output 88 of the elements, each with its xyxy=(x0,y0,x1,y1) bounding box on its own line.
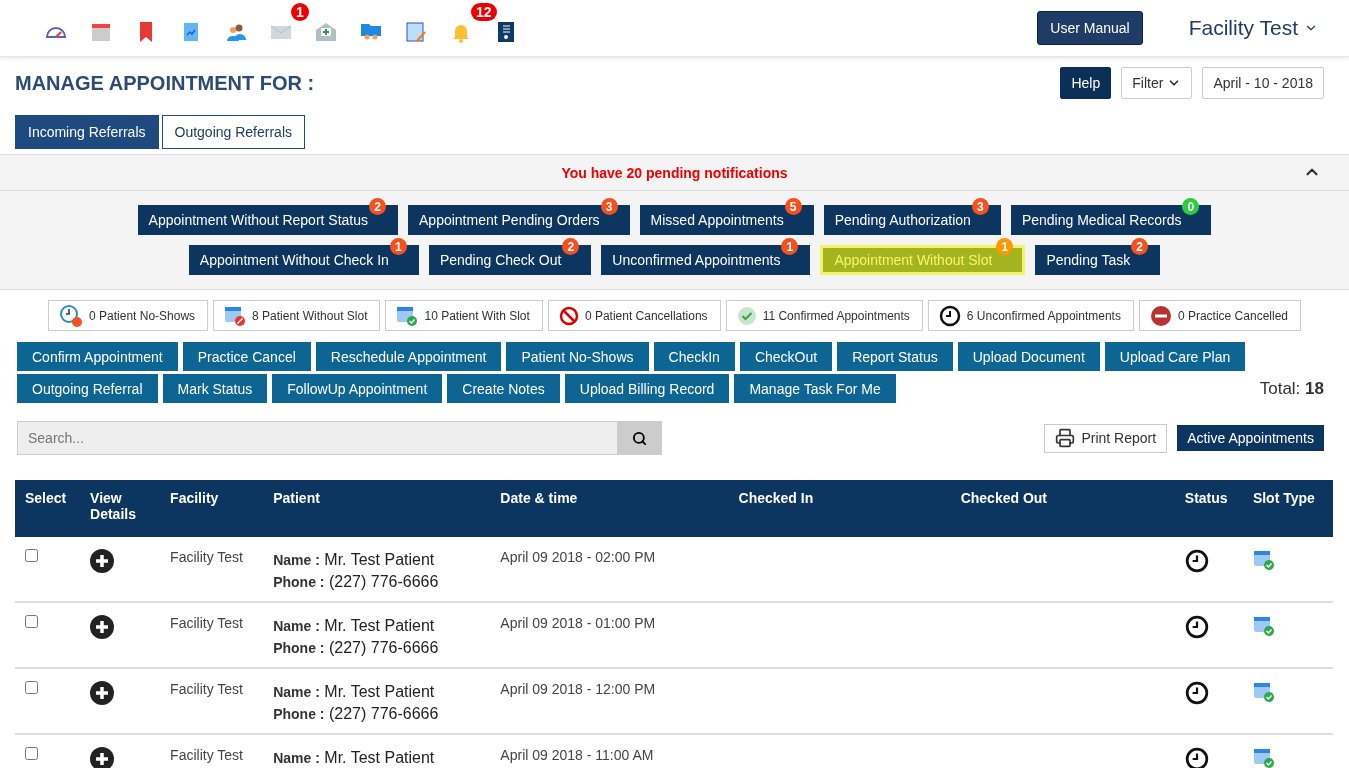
column-header: Date & time xyxy=(490,480,729,537)
facility-dropdown[interactable]: Facility Test xyxy=(1182,15,1324,41)
calendar-check-icon xyxy=(396,304,419,327)
count-badge: 2 xyxy=(369,198,387,215)
count-badge: 2 xyxy=(562,238,580,255)
count-badge: 1 xyxy=(996,238,1014,255)
stat-label: 0 Patient No-Shows xyxy=(89,308,196,323)
count-badge: 1 xyxy=(291,3,309,21)
action-button[interactable]: Upload Care Plan xyxy=(1104,342,1246,371)
help-button[interactable]: Help xyxy=(1060,67,1112,99)
action-button[interactable]: CheckIn xyxy=(653,342,735,371)
action-button[interactable]: Confirm Appointment xyxy=(17,342,178,371)
action-button[interactable]: Outgoing Referral xyxy=(17,374,158,403)
referral-tab[interactable]: Incoming Referrals xyxy=(15,115,159,149)
row-checkbox[interactable] xyxy=(25,681,38,694)
stat-label: 10 Patient With Slot xyxy=(424,308,530,323)
action-button[interactable]: Manage Task For Me xyxy=(734,374,896,403)
clock-icon xyxy=(1184,615,1209,639)
action-button[interactable]: Upload Billing Record xyxy=(564,374,730,403)
column-header: View Details xyxy=(80,480,161,537)
table-cell: April 09 2018 - 12:00 PM xyxy=(490,668,729,734)
clock-icon xyxy=(938,304,961,327)
action-button[interactable]: Mark Status xyxy=(162,374,268,403)
action-button[interactable]: Upload Document xyxy=(957,342,1100,371)
check-circle-icon xyxy=(736,305,757,326)
envelope-plus-icon xyxy=(314,20,338,44)
table-cell: April 09 2018 - 11:00 AM xyxy=(490,734,729,768)
table-cell: Facility Test xyxy=(160,668,264,734)
column-header: Patient xyxy=(263,480,491,537)
page-title: MANAGE APPOINTMENT FOR : xyxy=(15,71,316,95)
prohibited-icon xyxy=(558,305,579,326)
column-header: Select xyxy=(15,480,81,537)
clock-icon xyxy=(1184,747,1209,768)
clock-alert-icon xyxy=(59,303,83,328)
count-badge: 1 xyxy=(781,238,799,255)
plus-circle-icon[interactable] xyxy=(90,681,115,705)
calendar-blocked-icon xyxy=(224,304,247,327)
action-button[interactable]: Create Notes xyxy=(447,374,560,403)
calendar-check-icon xyxy=(1252,747,1275,768)
action-button[interactable]: FollowUp Appointment xyxy=(272,374,443,403)
column-header: Checked In xyxy=(728,480,951,537)
patient-cell: Name : Mr. Test Patient xyxy=(263,734,491,768)
calendar-check-icon xyxy=(1252,549,1275,571)
plus-circle-icon[interactable] xyxy=(90,615,115,639)
column-header: Checked Out xyxy=(950,480,1175,537)
clock-icon xyxy=(1184,681,1209,705)
clock-icon xyxy=(1184,549,1209,573)
table-cell: Facility Test xyxy=(160,537,264,602)
minus-circle-icon xyxy=(1149,304,1172,327)
action-button[interactable]: CheckOut xyxy=(739,342,833,371)
action-button[interactable]: Practice Cancel xyxy=(182,342,311,371)
printer-icon xyxy=(1055,428,1076,448)
patient-cell: Name : Mr. Test Patient Phone : (227) 776-6666 xyxy=(263,602,491,668)
count-badge: 2 xyxy=(1131,238,1149,255)
column-header: Slot Type xyxy=(1242,480,1333,537)
stat-label: 0 Practice Cancelled xyxy=(1177,308,1288,323)
action-button[interactable]: Reschedule Appointment xyxy=(315,342,502,371)
notification-message: You have 20 pending notifications xyxy=(561,164,788,181)
plus-circle-icon[interactable] xyxy=(90,549,115,573)
stat-label: 0 Patient Cancellations xyxy=(584,308,708,323)
count-badge: 12 xyxy=(471,3,497,21)
stat-label: 6 Unconfirmed Appointments xyxy=(966,308,1121,323)
table-cell: Facility Test xyxy=(160,602,264,668)
patient-cell: Name : Mr. Test Patient Phone : (227) 776-6666 xyxy=(263,668,491,734)
calendar-check-icon xyxy=(1252,615,1275,637)
filter-button[interactable]: Filter xyxy=(1121,67,1193,99)
calendar-check-icon xyxy=(1252,681,1275,703)
row-checkbox[interactable] xyxy=(25,747,38,760)
stat-label: 8 Patient Without Slot xyxy=(252,308,368,323)
date-button[interactable]: April - 10 - 2018 xyxy=(1202,67,1324,99)
notepad-pencil-icon xyxy=(404,20,428,44)
stat-label: 11 Confirmed Appointments xyxy=(762,308,910,323)
row-checkbox[interactable] xyxy=(25,615,38,628)
table-cell: April 09 2018 - 02:00 PM xyxy=(490,537,729,602)
row-checkbox[interactable] xyxy=(25,549,38,562)
column-header: Status xyxy=(1174,480,1243,537)
column-header: Facility xyxy=(160,480,264,537)
active-appointments-button[interactable]: Active Appointments xyxy=(1177,425,1324,451)
action-button[interactable]: Report Status xyxy=(837,342,953,371)
count-badge: 0 xyxy=(1182,198,1200,215)
table-cell: April 09 2018 - 01:00 PM xyxy=(490,602,729,668)
patient-cell: Name : Mr. Test Patient Phone : (227) 776-6666 xyxy=(263,537,491,602)
referral-tab[interactable]: Outgoing Referrals xyxy=(161,115,305,149)
user-manual-button[interactable]: User Manual xyxy=(1037,11,1143,45)
print-report-button[interactable]: Print Report xyxy=(1044,423,1168,453)
action-button[interactable]: Patient No-Shows xyxy=(506,342,649,371)
table-cell: Facility Test xyxy=(160,734,264,768)
total-count: Total: 18 xyxy=(1259,379,1324,400)
